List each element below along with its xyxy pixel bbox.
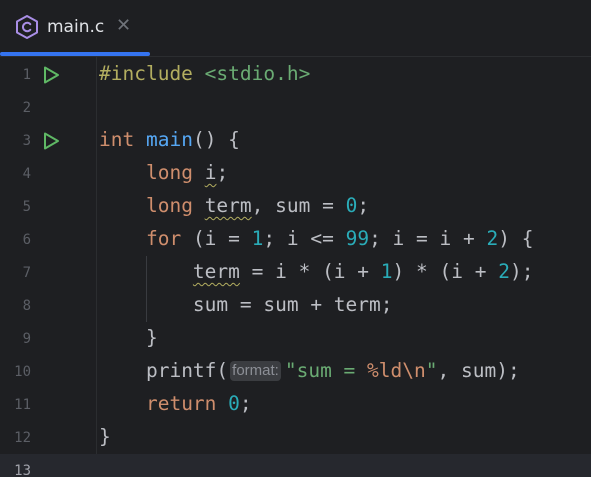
line-number: 2 xyxy=(22,100,31,116)
code-line-4[interactable]: 4 long i; xyxy=(0,157,591,190)
c-language-icon xyxy=(16,15,38,39)
line-number: 1 xyxy=(22,67,31,83)
code-line-2[interactable]: 2 xyxy=(0,91,591,124)
code-line-5[interactable]: 5 long term, sum = 0; xyxy=(0,190,591,223)
code-line-8[interactable]: 8 sum = sum + term; xyxy=(0,289,591,322)
code-text: int main() { xyxy=(99,128,240,151)
code-line-11[interactable]: 11 return 0; xyxy=(0,388,591,421)
code-line-12[interactable]: 12 } xyxy=(0,421,591,454)
line-number: 5 xyxy=(22,199,31,215)
line-number: 12 xyxy=(14,430,31,446)
code-line-10[interactable]: 10 printf(format: "sum = %ld\n", sum); xyxy=(0,355,591,388)
line-number: 9 xyxy=(22,331,31,347)
tab-title: main.c xyxy=(47,17,105,37)
line-number: 6 xyxy=(22,232,31,248)
close-icon[interactable]: ✕ xyxy=(116,14,131,38)
tab-main-c[interactable]: main.c ✕ xyxy=(0,0,150,56)
warning-squiggle: term xyxy=(204,194,252,217)
warning-squiggle: term xyxy=(192,260,240,283)
line-number: 4 xyxy=(22,166,31,182)
line-number: 13 xyxy=(14,463,31,477)
run-icon[interactable] xyxy=(41,131,61,151)
warning-squiggle: i xyxy=(204,161,217,184)
code-editor[interactable]: main.c ✕ 1 #include <stdio.h> 2 3 int ma… xyxy=(0,0,591,477)
code-line-13[interactable]: 13 xyxy=(0,454,591,477)
line-number: 10 xyxy=(14,364,31,380)
code-text: } xyxy=(99,425,111,448)
line-number: 11 xyxy=(14,397,31,413)
code-line-9[interactable]: 9 } xyxy=(0,322,591,355)
code-text: } xyxy=(145,326,158,349)
active-tab-indicator xyxy=(0,52,150,56)
code-text: return 0; xyxy=(145,392,252,415)
line-number: 8 xyxy=(22,298,31,314)
code-text: term = i * (i + 1) * (i + 2); xyxy=(192,260,534,283)
code-line-6[interactable]: 6 for (i = 1; i <= 99; i = i + 2) { xyxy=(0,223,591,256)
parameter-hint: format: xyxy=(230,361,281,381)
code-text: long i; xyxy=(145,161,229,184)
code-text: sum = sum + term; xyxy=(192,293,393,316)
code-text: long term, sum = 0; xyxy=(145,194,370,217)
line-number: 7 xyxy=(22,265,31,281)
code-text: #include <stdio.h> xyxy=(99,62,311,85)
code-text: for (i = 1; i <= 99; i = i + 2) { xyxy=(145,227,534,250)
code-line-7[interactable]: 7 term = i * (i + 1) * (i + 2); xyxy=(0,256,591,289)
line-number: 3 xyxy=(22,133,31,149)
code-line-1[interactable]: 1 #include <stdio.h> xyxy=(0,58,591,91)
run-icon[interactable] xyxy=(41,65,61,85)
code-line-3[interactable]: 3 int main() { xyxy=(0,124,591,157)
editor-tab-bar: main.c ✕ xyxy=(0,0,591,57)
code-text: printf(format: "sum = %ld\n", sum); xyxy=(145,359,520,382)
